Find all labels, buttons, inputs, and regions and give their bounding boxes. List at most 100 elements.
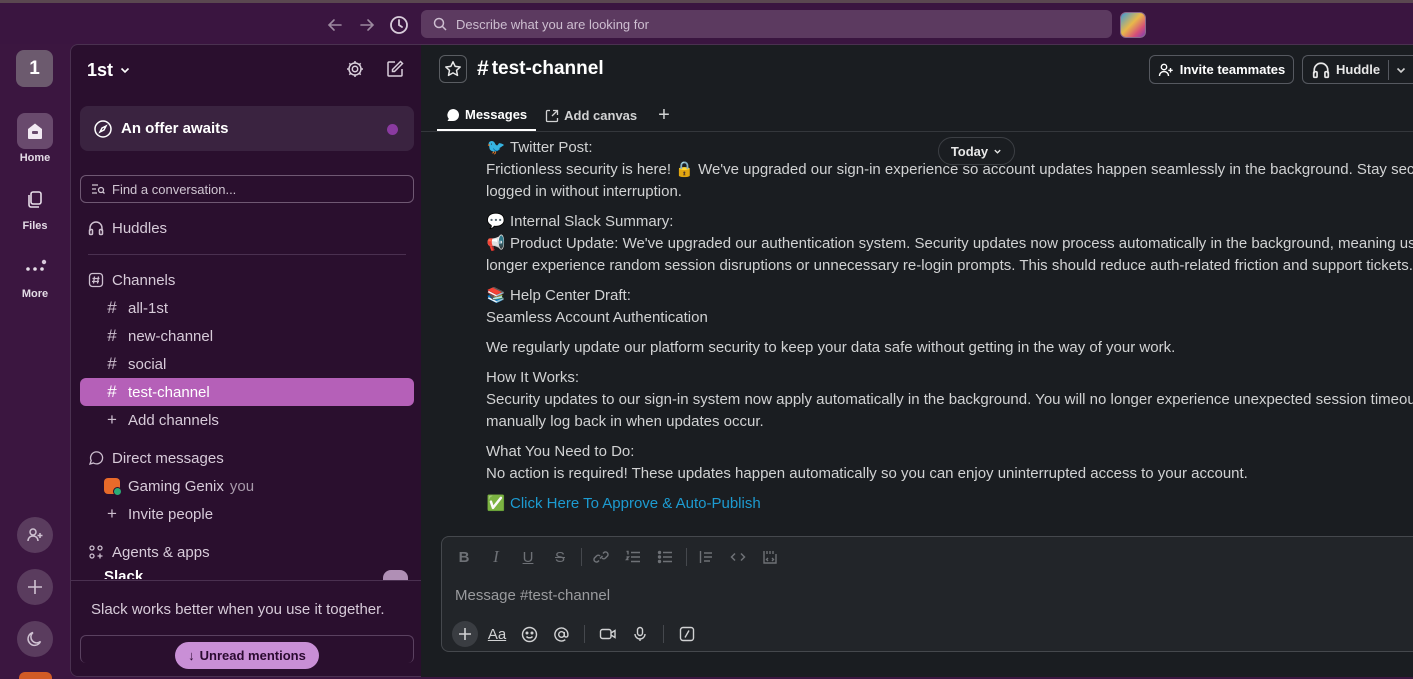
tab-messages-label: Messages: [465, 107, 528, 122]
microphone-icon[interactable]: [627, 621, 653, 647]
add-channels-button[interactable]: + Add channels: [80, 406, 414, 434]
tab-messages[interactable]: Messages: [437, 100, 537, 131]
apps-grid-icon: [89, 545, 103, 559]
find-conversation-input[interactable]: Find a conversation...: [80, 175, 414, 203]
hash-icon: #: [107, 326, 117, 345]
bulleted-list-icon[interactable]: [654, 546, 676, 568]
help-intro: We regularly update our platform securit…: [486, 339, 1176, 356]
slash-command-icon[interactable]: [674, 621, 700, 647]
forward-arrow-icon[interactable]: [356, 14, 378, 36]
plus-icon: [28, 580, 42, 594]
huddle-divider: [1388, 60, 1389, 80]
toolbar-divider: [581, 548, 582, 566]
sidebar-item-channel-active[interactable]: # test-channel: [80, 378, 414, 406]
tabs-divider: [421, 131, 1413, 132]
sidebar-section-channels[interactable]: Channels: [80, 266, 414, 294]
help-heading: Help Center Draft:: [510, 287, 631, 304]
compose-icon[interactable]: [385, 59, 405, 79]
settings-gear-icon[interactable]: [345, 59, 365, 79]
sidebar-section-direct-messages[interactable]: Direct messages: [80, 444, 414, 472]
bold-icon[interactable]: B: [453, 546, 475, 568]
toolbar-divider: [584, 625, 585, 643]
rail-files[interactable]: Files: [0, 181, 70, 232]
sidebar-item-channel[interactable]: # new-channel: [80, 322, 414, 350]
add-workspace-button[interactable]: [17, 569, 53, 605]
huddle-button[interactable]: Huddle: [1302, 55, 1413, 84]
rail-more-label: More: [21, 288, 49, 300]
invite-user-button[interactable]: [17, 517, 53, 553]
plus-icon: +: [658, 104, 670, 126]
moon-icon: [27, 631, 42, 647]
invite-people-button[interactable]: + Invite people: [80, 500, 414, 528]
channel-name: all-1st: [128, 299, 169, 317]
theme-toggle-button[interactable]: [17, 621, 53, 657]
workspace-name-button[interactable]: 1st: [87, 58, 131, 82]
books-icon: 📚: [486, 287, 506, 304]
sidebar-section-agents-apps[interactable]: Agents & apps: [80, 538, 414, 566]
back-arrow-icon[interactable]: [324, 14, 346, 36]
user-avatar[interactable]: [1120, 12, 1146, 38]
channel-title-name: test-channel: [491, 58, 604, 79]
underline-icon[interactable]: U: [517, 546, 539, 568]
message-input[interactable]: [455, 585, 1355, 605]
emoji-icon[interactable]: [516, 621, 542, 647]
strikethrough-icon[interactable]: S: [549, 546, 571, 568]
attach-plus-icon[interactable]: [452, 621, 478, 647]
blockquote-icon[interactable]: [695, 546, 717, 568]
more-dots-icon: [17, 249, 53, 285]
rail-more[interactable]: More: [0, 249, 70, 300]
hash-icon: #: [107, 298, 117, 317]
sidebar-item-slack[interactable]: Slack: [104, 570, 143, 579]
channel-name: social: [128, 355, 167, 373]
code-icon[interactable]: [727, 546, 749, 568]
mention-icon[interactable]: [548, 621, 574, 647]
how-heading: How It Works:: [486, 369, 580, 386]
offer-banner[interactable]: An offer awaits: [80, 106, 414, 151]
message-section-help: 📚 Help Center Draft: Seamless Account Aut…: [486, 285, 708, 329]
star-channel-button[interactable]: [439, 55, 467, 83]
code-block-icon[interactable]: [759, 546, 781, 568]
chevron-down-icon: [120, 67, 130, 74]
video-icon[interactable]: [595, 621, 621, 647]
history-clock-icon[interactable]: [388, 14, 410, 36]
channels-label: Channels: [112, 271, 176, 289]
sidebar-item-dm[interactable]: Gaming Genix you: [80, 472, 414, 500]
find-conversation-placeholder: Find a conversation...: [112, 181, 237, 197]
message-bubble-icon: [447, 108, 459, 121]
check-mark-icon: ✅: [486, 495, 506, 512]
chevron-down-icon[interactable]: [1395, 64, 1407, 76]
italic-icon[interactable]: I: [485, 546, 507, 568]
numbered-list-icon[interactable]: [622, 546, 644, 568]
text-format-icon[interactable]: Aa: [484, 621, 510, 647]
bird-icon: 🐦: [486, 139, 506, 156]
message-section-how: How It Works: Security updates to our si…: [486, 367, 1413, 433]
sidebar-divider: [88, 254, 406, 255]
summary-line-1: Product Update: We've upgraded our authe…: [510, 235, 1413, 252]
sidebar-item-channel[interactable]: # all-1st: [80, 294, 414, 322]
composer-actions: Aa: [452, 621, 706, 647]
offer-label: An offer awaits: [121, 120, 229, 137]
rail-home[interactable]: Home: [0, 113, 70, 164]
invite-teammates-button[interactable]: Invite teammates: [1149, 55, 1294, 84]
unread-mentions-button[interactable]: ↓ Unread mentions: [175, 642, 319, 669]
canvas-icon: [546, 109, 559, 122]
search-bar[interactable]: Describe what you are looking for: [421, 10, 1112, 38]
workspace-switcher[interactable]: 1: [16, 50, 53, 87]
need-line: No action is required! These updates hap…: [486, 465, 1248, 482]
approve-publish-link[interactable]: Click Here To Approve & Auto-Publish: [510, 495, 761, 512]
formatting-toolbar: B I U S: [453, 546, 791, 568]
profile-tile[interactable]: [19, 672, 52, 679]
add-tab-button[interactable]: +: [646, 100, 682, 131]
promo-footer: Slack works better when you use it toget…: [71, 580, 421, 676]
sidebar-item-huddles[interactable]: Huddles: [80, 214, 414, 242]
date-divider-today[interactable]: Today: [938, 137, 1015, 165]
channel-title[interactable]: # test-channel: [477, 57, 604, 81]
files-icon: [17, 181, 53, 217]
summary-line-2: longer experience random session disrupt…: [486, 257, 1413, 274]
add-person-icon: [27, 528, 43, 542]
headphones-icon: [88, 221, 104, 236]
link-icon[interactable]: [590, 546, 612, 568]
star-icon: [445, 61, 461, 77]
tab-add-canvas[interactable]: Add canvas: [536, 100, 646, 131]
sidebar-item-channel[interactable]: # social: [80, 350, 414, 378]
